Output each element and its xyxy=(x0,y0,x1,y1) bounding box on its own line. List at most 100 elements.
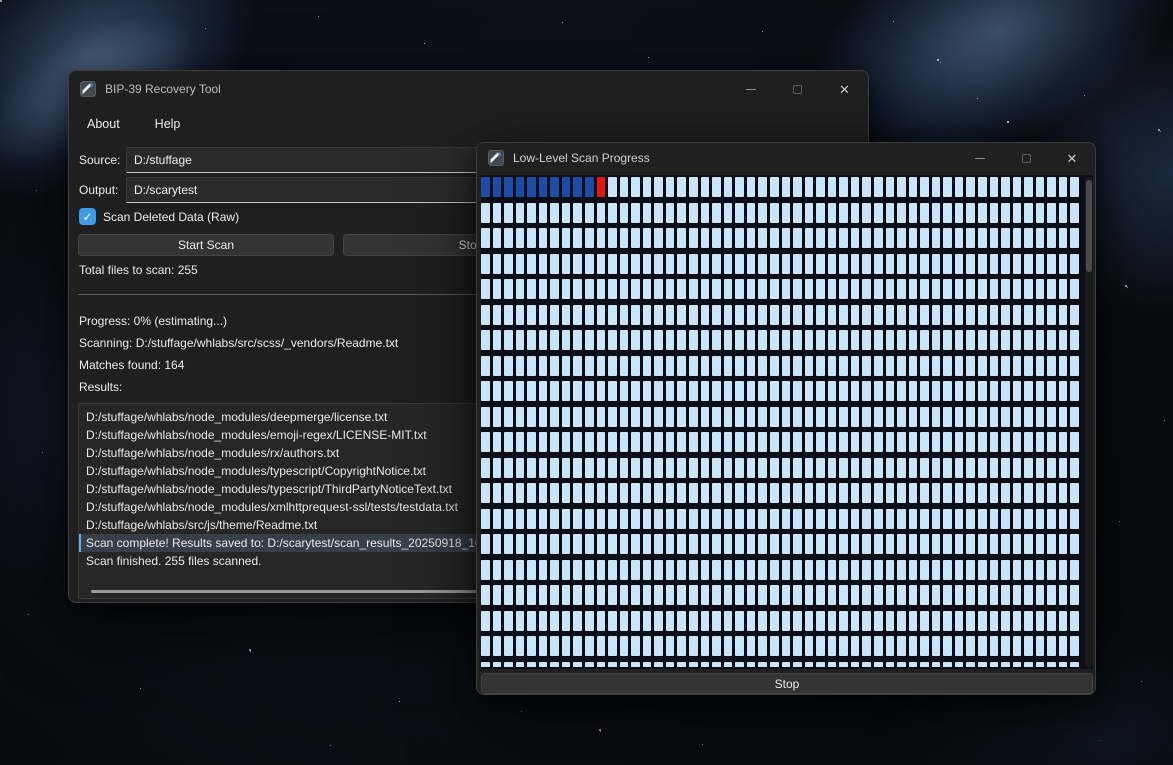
scan-cell xyxy=(990,560,999,580)
grid-scrollbar[interactable] xyxy=(1085,177,1093,667)
scan-cell xyxy=(654,611,663,631)
scan-cell xyxy=(504,305,513,325)
scan-cell xyxy=(886,585,895,605)
scan-cell xyxy=(839,636,848,656)
scan-cell xyxy=(1013,407,1022,427)
recovery-titlebar[interactable]: BIP-39 Recovery Tool ✕ xyxy=(69,71,868,107)
scan-cell xyxy=(712,305,721,325)
scan-cell xyxy=(920,560,929,580)
scan-cell xyxy=(666,534,675,554)
scan-cell xyxy=(608,305,617,325)
scan-cell xyxy=(886,483,895,503)
scan-cell xyxy=(481,560,490,580)
scan-cell xyxy=(966,458,975,478)
scan-cell xyxy=(712,534,721,554)
scan-deleted-checkbox[interactable]: ✓ xyxy=(79,208,96,225)
grid-scrollbar-thumb[interactable] xyxy=(1086,180,1092,272)
scan-cell xyxy=(805,381,814,401)
scan-cell xyxy=(943,483,952,503)
menu-item-help[interactable]: Help xyxy=(149,113,187,135)
scan-cell xyxy=(816,636,825,656)
scan-cell xyxy=(689,177,698,197)
scan-cell xyxy=(747,279,756,299)
minimize-button[interactable] xyxy=(957,143,1003,173)
scan-cell xyxy=(608,228,617,248)
scan-cell xyxy=(666,585,675,605)
scan-cell xyxy=(966,483,975,503)
minimize-button[interactable] xyxy=(727,71,774,107)
scan-cell xyxy=(701,611,710,631)
scan-cell xyxy=(562,228,571,248)
scan-cell xyxy=(1059,228,1068,248)
scan-cell xyxy=(1036,228,1045,248)
scan-cell xyxy=(550,534,559,554)
scan-cell xyxy=(597,483,606,503)
scan-cell xyxy=(758,279,767,299)
scan-cell xyxy=(597,407,606,427)
close-button[interactable]: ✕ xyxy=(1049,143,1095,173)
scan-cell xyxy=(793,611,802,631)
scan-cell xyxy=(805,330,814,350)
scan-cell xyxy=(608,458,617,478)
scan-cell xyxy=(816,458,825,478)
scan-cell xyxy=(712,432,721,452)
scan-cell xyxy=(539,585,548,605)
scan-cell xyxy=(828,407,837,427)
maximize-button[interactable] xyxy=(1003,143,1049,173)
scan-cell xyxy=(643,330,652,350)
scan-cell xyxy=(597,458,606,478)
scan-cell xyxy=(862,662,871,668)
scan-cell xyxy=(597,305,606,325)
scan-cell xyxy=(897,203,906,223)
scan-cell xyxy=(747,356,756,376)
scan-cell xyxy=(793,254,802,274)
scan-cell xyxy=(966,662,975,668)
scan-cell xyxy=(712,279,721,299)
scan-cell xyxy=(573,203,582,223)
scan-cell xyxy=(516,636,525,656)
close-button[interactable]: ✕ xyxy=(821,71,868,107)
scan-cell xyxy=(758,432,767,452)
scan-cell xyxy=(620,509,629,529)
scan-cell xyxy=(909,228,918,248)
scan-cell xyxy=(573,509,582,529)
scan-cell xyxy=(874,254,883,274)
scan-cell xyxy=(712,203,721,223)
scan-cell xyxy=(909,636,918,656)
scan-cell xyxy=(1036,509,1045,529)
scan-cell xyxy=(909,279,918,299)
scan-cell xyxy=(978,203,987,223)
scan-cell xyxy=(782,662,791,668)
scan-cell xyxy=(527,585,536,605)
scan-cell xyxy=(527,254,536,274)
scan-cell xyxy=(539,279,548,299)
output-label: Output: xyxy=(79,183,118,197)
scan-cell xyxy=(793,560,802,580)
scan-cell xyxy=(862,203,871,223)
scan-cell xyxy=(493,585,502,605)
scan-cell xyxy=(886,330,895,350)
scan-cell xyxy=(689,203,698,223)
scan-cell xyxy=(839,585,848,605)
scan-cell xyxy=(666,458,675,478)
scan-cell xyxy=(897,483,906,503)
scan-cell xyxy=(712,662,721,668)
scan-cell xyxy=(562,585,571,605)
scan-cell xyxy=(770,534,779,554)
scan-cell xyxy=(943,356,952,376)
scan-cell xyxy=(481,611,490,631)
scan-cell xyxy=(493,432,502,452)
scan-cell xyxy=(562,534,571,554)
start-scan-button[interactable]: Start Scan xyxy=(78,234,334,256)
maximize-button[interactable] xyxy=(774,71,821,107)
scan-cell xyxy=(909,662,918,668)
scan-cell xyxy=(886,560,895,580)
scan-cell xyxy=(677,662,686,668)
scan-cell xyxy=(573,560,582,580)
scan-cell xyxy=(1024,228,1033,248)
scan-cell xyxy=(1001,585,1010,605)
scan-cell xyxy=(758,483,767,503)
scan-titlebar[interactable]: Low-Level Scan Progress ✕ xyxy=(477,143,1095,173)
stop-button[interactable]: Stop xyxy=(481,673,1093,694)
menu-item-about[interactable]: About xyxy=(81,113,126,135)
